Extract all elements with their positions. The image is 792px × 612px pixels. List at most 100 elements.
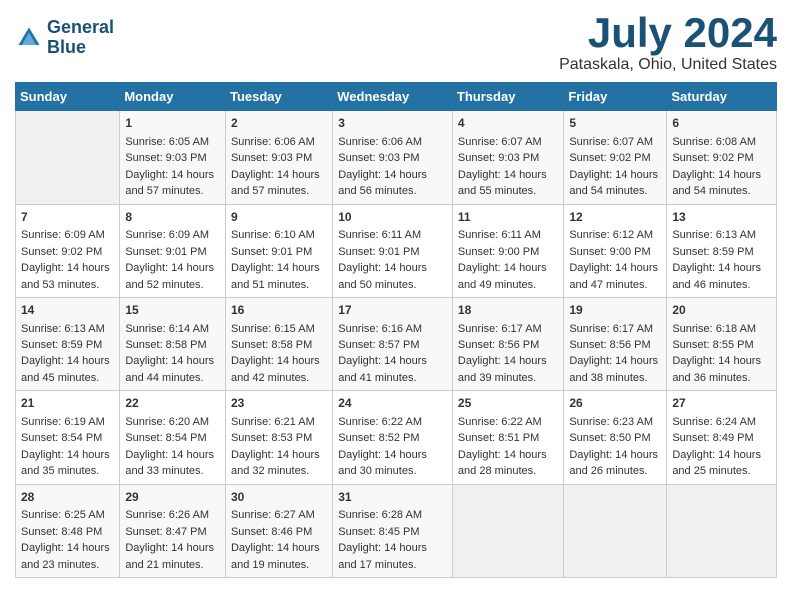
sunrise-text: Sunrise: 6:13 AM xyxy=(672,229,756,241)
sunset-text: Sunset: 9:03 PM xyxy=(231,152,312,164)
sunrise-text: Sunrise: 6:11 AM xyxy=(338,229,421,241)
daylight-text: Daylight: 14 hours and 56 minutes. xyxy=(338,169,427,197)
header-cell-saturday: Saturday xyxy=(667,83,777,111)
daylight-text: Daylight: 14 hours and 35 minutes. xyxy=(21,449,110,477)
sunrise-text: Sunrise: 6:21 AM xyxy=(231,416,315,428)
day-cell: 18 Sunrise: 6:17 AM Sunset: 8:56 PM Dayl… xyxy=(452,297,563,390)
day-cell: 12 Sunrise: 6:12 AM Sunset: 9:00 PM Dayl… xyxy=(564,204,667,297)
day-number: 26 xyxy=(569,395,661,412)
day-cell xyxy=(452,484,563,577)
day-number: 29 xyxy=(125,489,220,506)
daylight-text: Daylight: 14 hours and 32 minutes. xyxy=(231,449,320,477)
day-number: 7 xyxy=(21,209,114,226)
day-cell: 30 Sunrise: 6:27 AM Sunset: 8:46 PM Dayl… xyxy=(225,484,332,577)
daylight-text: Daylight: 14 hours and 57 minutes. xyxy=(231,169,320,197)
day-cell: 14 Sunrise: 6:13 AM Sunset: 8:59 PM Dayl… xyxy=(16,297,120,390)
logo-line2: Blue xyxy=(47,38,114,58)
day-number: 12 xyxy=(569,209,661,226)
day-cell: 13 Sunrise: 6:13 AM Sunset: 8:59 PM Dayl… xyxy=(667,204,777,297)
day-number: 22 xyxy=(125,395,220,412)
daylight-text: Daylight: 14 hours and 17 minutes. xyxy=(338,542,427,570)
logo-line1: General xyxy=(47,18,114,38)
daylight-text: Daylight: 14 hours and 25 minutes. xyxy=(672,449,761,477)
sunrise-text: Sunrise: 6:14 AM xyxy=(125,323,209,335)
day-cell: 1 Sunrise: 6:05 AM Sunset: 9:03 PM Dayli… xyxy=(120,111,226,204)
day-number: 21 xyxy=(21,395,114,412)
sunrise-text: Sunrise: 6:23 AM xyxy=(569,416,653,428)
calendar-table: SundayMondayTuesdayWednesdayThursdayFrid… xyxy=(15,82,777,578)
day-number: 23 xyxy=(231,395,327,412)
sunset-text: Sunset: 9:02 PM xyxy=(672,152,753,164)
day-number: 5 xyxy=(569,115,661,132)
day-cell xyxy=(564,484,667,577)
header-cell-wednesday: Wednesday xyxy=(333,83,453,111)
day-cell: 9 Sunrise: 6:10 AM Sunset: 9:01 PM Dayli… xyxy=(225,204,332,297)
day-number: 30 xyxy=(231,489,327,506)
day-cell: 8 Sunrise: 6:09 AM Sunset: 9:01 PM Dayli… xyxy=(120,204,226,297)
sunset-text: Sunset: 9:02 PM xyxy=(21,246,102,258)
daylight-text: Daylight: 14 hours and 49 minutes. xyxy=(458,262,547,290)
sunrise-text: Sunrise: 6:09 AM xyxy=(125,229,209,241)
daylight-text: Daylight: 14 hours and 21 minutes. xyxy=(125,542,214,570)
daylight-text: Daylight: 14 hours and 55 minutes. xyxy=(458,169,547,197)
day-cell: 29 Sunrise: 6:26 AM Sunset: 8:47 PM Dayl… xyxy=(120,484,226,577)
day-cell: 27 Sunrise: 6:24 AM Sunset: 8:49 PM Dayl… xyxy=(667,391,777,484)
sunrise-text: Sunrise: 6:16 AM xyxy=(338,323,422,335)
day-cell: 10 Sunrise: 6:11 AM Sunset: 9:01 PM Dayl… xyxy=(333,204,453,297)
day-cell xyxy=(16,111,120,204)
day-number: 28 xyxy=(21,489,114,506)
subtitle: Pataskala, Ohio, United States xyxy=(559,56,777,74)
sunset-text: Sunset: 9:01 PM xyxy=(125,246,206,258)
sunrise-text: Sunrise: 6:19 AM xyxy=(21,416,105,428)
daylight-text: Daylight: 14 hours and 28 minutes. xyxy=(458,449,547,477)
header-cell-sunday: Sunday xyxy=(16,83,120,111)
header-cell-monday: Monday xyxy=(120,83,226,111)
sunset-text: Sunset: 9:03 PM xyxy=(125,152,206,164)
main-title: July 2024 xyxy=(559,10,777,56)
day-cell: 31 Sunrise: 6:28 AM Sunset: 8:45 PM Dayl… xyxy=(333,484,453,577)
sunset-text: Sunset: 8:54 PM xyxy=(21,432,102,444)
sunset-text: Sunset: 9:01 PM xyxy=(231,246,312,258)
sunset-text: Sunset: 8:58 PM xyxy=(125,339,206,351)
day-cell: 25 Sunrise: 6:22 AM Sunset: 8:51 PM Dayl… xyxy=(452,391,563,484)
sunset-text: Sunset: 8:54 PM xyxy=(125,432,206,444)
daylight-text: Daylight: 14 hours and 44 minutes. xyxy=(125,355,214,383)
sunrise-text: Sunrise: 6:17 AM xyxy=(458,323,542,335)
week-row-3: 14 Sunrise: 6:13 AM Sunset: 8:59 PM Dayl… xyxy=(16,297,777,390)
sunset-text: Sunset: 8:56 PM xyxy=(458,339,539,351)
sunset-text: Sunset: 9:02 PM xyxy=(569,152,650,164)
sunrise-text: Sunrise: 6:22 AM xyxy=(458,416,542,428)
day-cell: 17 Sunrise: 6:16 AM Sunset: 8:57 PM Dayl… xyxy=(333,297,453,390)
daylight-text: Daylight: 14 hours and 41 minutes. xyxy=(338,355,427,383)
sunset-text: Sunset: 8:48 PM xyxy=(21,526,102,538)
day-number: 11 xyxy=(458,209,558,226)
day-number: 13 xyxy=(672,209,771,226)
sunrise-text: Sunrise: 6:26 AM xyxy=(125,509,209,521)
daylight-text: Daylight: 14 hours and 19 minutes. xyxy=(231,542,320,570)
sunrise-text: Sunrise: 6:17 AM xyxy=(569,323,653,335)
day-number: 31 xyxy=(338,489,447,506)
sunset-text: Sunset: 8:56 PM xyxy=(569,339,650,351)
sunrise-text: Sunrise: 6:07 AM xyxy=(569,136,653,148)
day-number: 20 xyxy=(672,302,771,319)
sunset-text: Sunset: 8:52 PM xyxy=(338,432,419,444)
day-cell: 19 Sunrise: 6:17 AM Sunset: 8:56 PM Dayl… xyxy=(564,297,667,390)
day-number: 4 xyxy=(458,115,558,132)
day-number: 16 xyxy=(231,302,327,319)
sunrise-text: Sunrise: 6:11 AM xyxy=(458,229,541,241)
day-cell: 28 Sunrise: 6:25 AM Sunset: 8:48 PM Dayl… xyxy=(16,484,120,577)
day-cell: 6 Sunrise: 6:08 AM Sunset: 9:02 PM Dayli… xyxy=(667,111,777,204)
day-number: 17 xyxy=(338,302,447,319)
day-number: 25 xyxy=(458,395,558,412)
sunrise-text: Sunrise: 6:09 AM xyxy=(21,229,105,241)
day-number: 15 xyxy=(125,302,220,319)
week-row-1: 1 Sunrise: 6:05 AM Sunset: 9:03 PM Dayli… xyxy=(16,111,777,204)
day-number: 10 xyxy=(338,209,447,226)
day-cell xyxy=(667,484,777,577)
day-number: 2 xyxy=(231,115,327,132)
day-cell: 2 Sunrise: 6:06 AM Sunset: 9:03 PM Dayli… xyxy=(225,111,332,204)
day-number: 8 xyxy=(125,209,220,226)
sunrise-text: Sunrise: 6:24 AM xyxy=(672,416,756,428)
sunset-text: Sunset: 8:46 PM xyxy=(231,526,312,538)
day-number: 24 xyxy=(338,395,447,412)
